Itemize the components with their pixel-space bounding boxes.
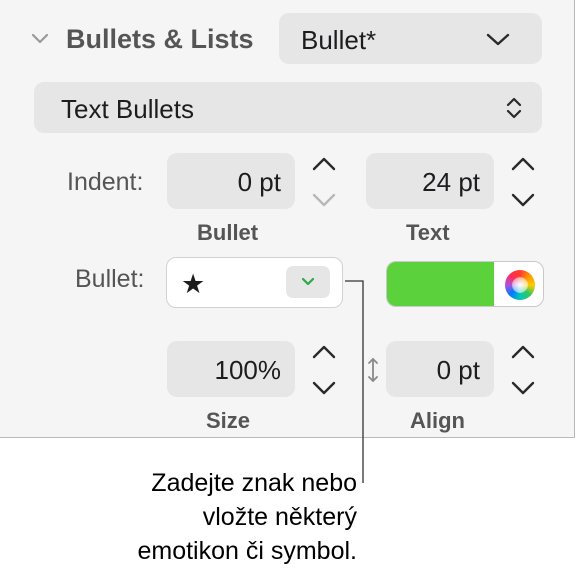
section-title: Bullets & Lists xyxy=(66,24,254,54)
stepper-down-icon[interactable] xyxy=(310,378,338,398)
bullet-size-caption: Size xyxy=(206,408,251,433)
annotation-line-3: emotikon či symbol. xyxy=(137,537,357,565)
stepper-down-icon[interactable] xyxy=(310,190,338,210)
bullet-align-field[interactable]: 0 pt xyxy=(386,341,494,397)
bullet-align-stepper[interactable] xyxy=(501,342,545,398)
bullet-character-field[interactable]: ★ xyxy=(166,257,343,308)
chevron-down-icon xyxy=(301,277,315,286)
bullet-indent-stepper[interactable] xyxy=(302,154,346,210)
bullet-type-value: Text Bullets xyxy=(61,94,194,124)
bullet-indent-value: 0 pt xyxy=(237,167,281,197)
stepper-up-icon[interactable] xyxy=(509,342,537,362)
stepper-up-icon[interactable] xyxy=(310,342,338,362)
bullet-align-caption: Align xyxy=(410,408,465,433)
stepper-down-icon[interactable] xyxy=(509,378,537,398)
color-wheel-icon[interactable] xyxy=(505,270,535,300)
preset-value: Bullet* xyxy=(301,25,377,55)
text-indent-field[interactable]: 24 pt xyxy=(366,153,494,209)
bullet-color-swatch[interactable] xyxy=(387,262,494,306)
text-indent-value: 24 pt xyxy=(422,167,480,197)
bullet-size-stepper[interactable] xyxy=(302,342,346,398)
bullet-size-field[interactable]: 100% xyxy=(167,341,295,397)
bullet-label: Bullet: xyxy=(75,265,145,293)
callout-annotation: Zadejte znak nebo vložte některý emotiko… xyxy=(137,466,357,568)
chevron-down-icon xyxy=(486,33,510,46)
annotation-line-1: Zadejte znak nebo xyxy=(151,469,357,497)
collapse-chevron-icon[interactable] xyxy=(31,33,49,45)
vertical-resize-icon xyxy=(368,358,378,382)
bullet-align-value: 0 pt xyxy=(436,355,480,385)
bullet-size-value: 100% xyxy=(214,355,282,385)
bullet-character-menu-button[interactable] xyxy=(286,266,330,298)
bullet-color-well[interactable] xyxy=(386,261,544,307)
text-indent-caption: Text xyxy=(406,220,450,245)
bullet-indent-caption: Bullet xyxy=(197,220,259,245)
bullet-character-value[interactable]: ★ xyxy=(181,269,205,300)
stepper-down-icon[interactable] xyxy=(509,190,537,210)
text-indent-stepper[interactable] xyxy=(501,154,545,210)
indent-label: Indent: xyxy=(67,168,144,196)
bullets-lists-panel: Bullets & Lists Bullet* Text Bullets Ind… xyxy=(0,0,575,438)
bullet-type-popup[interactable]: Text Bullets xyxy=(34,82,542,133)
bullet-indent-field[interactable]: 0 pt xyxy=(167,153,295,209)
up-down-chevron-icon xyxy=(506,97,522,119)
stepper-up-icon[interactable] xyxy=(509,154,537,174)
stepper-up-icon[interactable] xyxy=(310,154,338,174)
annotation-line-2: vložte některý xyxy=(202,503,357,531)
bullet-preset-dropdown[interactable]: Bullet* xyxy=(279,13,542,64)
